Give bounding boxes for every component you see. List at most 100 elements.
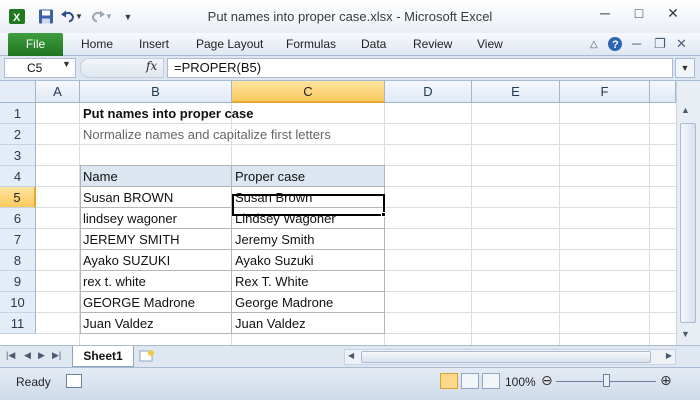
status-text: Ready: [16, 375, 51, 389]
row-header-11[interactable]: 11: [0, 313, 36, 334]
minimize-button[interactable]: ─: [592, 2, 618, 24]
formula-input[interactable]: =PROPER(B5): [167, 58, 673, 78]
zoom-in-icon[interactable]: ⊕: [660, 372, 672, 389]
vertical-scrollbar[interactable]: ▲ ▼: [676, 81, 700, 345]
tab-formulas[interactable]: Formulas: [286, 37, 336, 51]
row-header-7[interactable]: 7: [0, 229, 36, 250]
row-header-2[interactable]: 2: [0, 124, 36, 145]
tab-view[interactable]: View: [477, 37, 503, 51]
insert-function-icon[interactable]: fx: [146, 59, 157, 73]
svg-text:?: ?: [612, 39, 619, 51]
table-cell-proper-case[interactable]: Rex T. White: [232, 271, 385, 292]
table-border: [80, 249, 385, 250]
column-header-overflow[interactable]: [650, 81, 676, 103]
table-cell-name[interactable]: Juan Valdez: [80, 313, 232, 334]
workbook-close-button[interactable]: ✕: [676, 36, 687, 52]
table-border: [80, 165, 385, 166]
table-border: [384, 165, 385, 334]
active-cell-selection[interactable]: [232, 194, 385, 216]
maximize-button[interactable]: □: [626, 2, 652, 24]
horizontal-scroll-thumb[interactable]: [361, 351, 651, 363]
column-header-c[interactable]: C: [232, 81, 385, 103]
column-header-e[interactable]: E: [472, 81, 560, 103]
table-cell-proper-case[interactable]: Jeremy Smith: [232, 229, 385, 250]
row-header-8[interactable]: 8: [0, 250, 36, 271]
table-cell-name[interactable]: lindsey wagoner: [80, 208, 232, 229]
gridline: [649, 103, 650, 345]
table-cell-name[interactable]: GEORGE Madrone: [80, 292, 232, 313]
scroll-right-icon[interactable]: ▶: [666, 351, 672, 360]
name-box-dropdown-icon[interactable]: ▼: [62, 59, 71, 69]
row-header-1[interactable]: 1: [0, 103, 36, 124]
horizontal-scrollbar[interactable]: ◀ ▶: [344, 349, 676, 365]
table-border: [80, 291, 385, 292]
table-cell-name[interactable]: rex t. white: [80, 271, 232, 292]
table-cell-proper-case[interactable]: Ayako Suzuki: [232, 250, 385, 271]
row-header-9[interactable]: 9: [0, 271, 36, 292]
zoom-out-icon[interactable]: ⊖: [541, 372, 553, 389]
last-sheet-icon[interactable]: ▶|: [52, 350, 61, 361]
table-border: [231, 165, 232, 334]
tab-data[interactable]: Data: [361, 37, 386, 51]
expand-formula-bar-icon[interactable]: ▼: [675, 58, 695, 78]
scroll-up-icon[interactable]: ▲: [681, 105, 690, 115]
row-header-10[interactable]: 10: [0, 292, 36, 313]
page-break-preview-button[interactable]: [482, 373, 500, 389]
tab-home[interactable]: Home: [81, 37, 113, 51]
sheet-tab-bar: |◀ ◀ ▶ ▶| Sheet1 ◀ ▶: [0, 345, 700, 367]
row-header-3[interactable]: 3: [0, 145, 36, 166]
column-header-f[interactable]: F: [560, 81, 650, 103]
help-icon[interactable]: ?: [607, 36, 623, 52]
column-header-d[interactable]: D: [385, 81, 472, 103]
table-cell-proper-case[interactable]: Juan Valdez: [232, 313, 385, 334]
tab-page-layout[interactable]: Page Layout: [196, 37, 263, 51]
first-sheet-icon[interactable]: |◀: [6, 350, 15, 361]
tab-insert[interactable]: Insert: [139, 37, 169, 51]
sheet-tab-sheet1[interactable]: Sheet1: [72, 346, 134, 367]
vertical-scroll-thumb[interactable]: [680, 123, 696, 323]
table-cell-name[interactable]: Susan BROWN: [80, 187, 232, 208]
ribbon-tabs: File Home Insert Page Layout Formulas Da…: [0, 33, 700, 56]
column-header-a[interactable]: A: [36, 81, 80, 103]
table-header-proper-case[interactable]: Proper case: [232, 166, 385, 187]
zoom-slider-thumb[interactable]: [603, 374, 610, 387]
table-cell-proper-case[interactable]: George Madrone: [232, 292, 385, 313]
scroll-left-icon[interactable]: ◀: [348, 351, 354, 360]
fill-handle[interactable]: [381, 212, 386, 217]
scroll-down-icon[interactable]: ▼: [681, 329, 690, 339]
gridline: [471, 103, 472, 345]
status-bar: Ready 100% ⊖ ⊕: [0, 367, 700, 400]
table-header-name[interactable]: Name: [80, 166, 232, 187]
worksheet-grid[interactable]: ABCDEF 1 2 3 4 5 6 7 8 9 10 11 Put names into prop…: [0, 81, 700, 345]
ribbon-minimize-icon[interactable]: △: [590, 39, 598, 50]
row-header-4[interactable]: 4: [0, 166, 36, 187]
sheet-title[interactable]: Put names into proper case: [80, 103, 380, 124]
table-border: [80, 333, 385, 334]
formula-bar: C5 ▼ fx =PROPER(B5) ▼: [0, 56, 700, 81]
table-border: [80, 270, 385, 271]
table-cell-name[interactable]: JEREMY SMITH: [80, 229, 232, 250]
prev-sheet-icon[interactable]: ◀: [24, 350, 31, 361]
row-header-6[interactable]: 6: [0, 208, 36, 229]
select-all-button[interactable]: [0, 81, 36, 103]
row-header-5[interactable]: 5: [0, 187, 36, 208]
tab-review[interactable]: Review: [413, 37, 452, 51]
workbook-minimize-button[interactable]: ─: [632, 36, 641, 51]
gridline: [559, 103, 560, 345]
close-button[interactable]: ✕: [660, 2, 686, 24]
normal-view-button[interactable]: [440, 373, 458, 389]
title-bar: X ▼ ▼ ▼ Put names into proper case.xlsx …: [0, 0, 700, 33]
table-border: [80, 165, 81, 334]
macro-recording-icon[interactable]: [66, 374, 82, 388]
table-border: [80, 186, 385, 187]
table-cell-name[interactable]: Ayako SUZUKI: [80, 250, 232, 271]
column-header-b[interactable]: B: [80, 81, 232, 103]
workbook-restore-button[interactable]: ❐: [654, 36, 666, 52]
sheet-subtitle[interactable]: Normalize names and capitalize first let…: [80, 124, 400, 145]
page-layout-view-button[interactable]: [461, 373, 479, 389]
insert-worksheet-icon[interactable]: [139, 349, 155, 363]
table-border: [80, 228, 385, 229]
tab-file[interactable]: File: [8, 33, 63, 56]
next-sheet-icon[interactable]: ▶: [38, 350, 45, 361]
zoom-level[interactable]: 100%: [505, 375, 536, 389]
